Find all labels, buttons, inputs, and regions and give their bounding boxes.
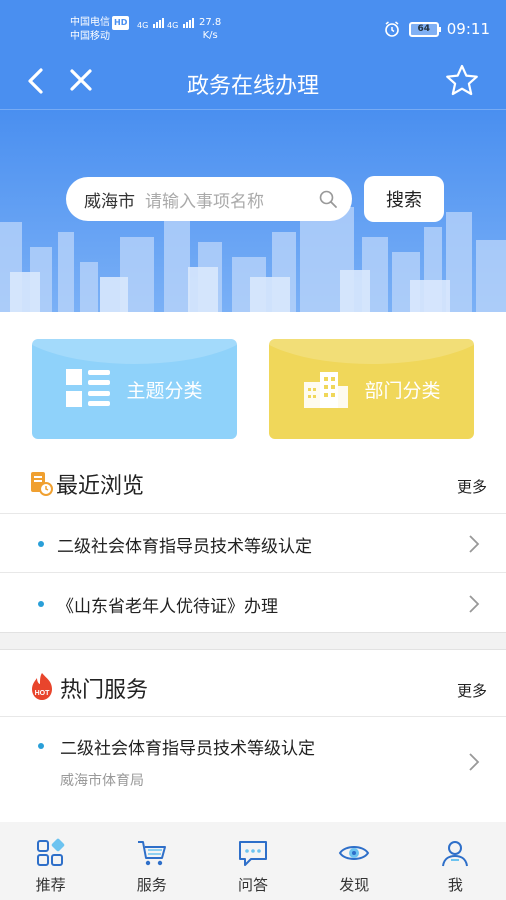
- city-selector[interactable]: 威海市: [84, 187, 135, 212]
- recommend-icon: [36, 838, 64, 866]
- bullet-dot: [38, 743, 44, 749]
- status-right: 64 09:11: [383, 20, 490, 38]
- tab-discover[interactable]: 发现: [304, 822, 405, 900]
- recent-item[interactable]: 《山东省老年人优待证》办理: [0, 572, 506, 632]
- hot-item-department: 威海市体育局: [60, 773, 144, 789]
- recent-title: 最近浏览: [56, 474, 145, 499]
- carrier-info: 中国电信 HD 中国移动: [70, 16, 130, 44]
- tab-me[interactable]: 我: [405, 822, 506, 900]
- chevron-right-icon: [469, 753, 480, 771]
- tab-service-label: 服务: [136, 876, 167, 894]
- search-icon: [319, 190, 337, 208]
- recent-icon: [31, 472, 53, 496]
- chat-icon: [239, 841, 267, 866]
- hot-more-link[interactable]: 更多: [457, 680, 487, 701]
- hot-item-text: 二级社会体育指导员技术等级认定: [60, 739, 315, 759]
- speed-value: 27.8: [199, 17, 222, 28]
- bullet-dot: [38, 601, 44, 607]
- tab-service[interactable]: 服务: [101, 822, 202, 900]
- category-dept-label: 部门分类: [364, 379, 441, 402]
- main-content: 主题分类 部门分类 最近浏览 更多 二级社会体育指导员技术等级认定 《山东省老年…: [0, 312, 506, 822]
- list-grid-icon: [66, 369, 111, 407]
- hot-fire-icon: HOT: [32, 673, 52, 700]
- star-icon[interactable]: [444, 63, 480, 99]
- battery-icon: 64: [408, 21, 441, 37]
- carrier-2: 中国移动: [70, 31, 110, 42]
- search-input[interactable]: 威海市 请输入事项名称: [66, 177, 352, 221]
- battery-level: 64: [417, 23, 431, 34]
- tab-recommend[interactable]: 推荐: [0, 822, 101, 900]
- section-divider: [0, 632, 506, 650]
- category-theme-label: 主题分类: [126, 379, 203, 402]
- search-button[interactable]: 搜索: [364, 176, 444, 222]
- hot-item[interactable]: 二级社会体育指导员技术等级认定 威海市体育局: [0, 716, 506, 808]
- recent-item-text: 《山东省老年人优待证》办理: [57, 597, 278, 617]
- search-placeholder: 请输入事项名称: [145, 191, 264, 212]
- tab-qa-label: 问答: [238, 876, 269, 894]
- category-theme-card[interactable]: 主题分类: [32, 339, 237, 439]
- hot-section-header: HOT 热门服务 更多: [0, 664, 506, 710]
- hd-badge: HD: [112, 16, 130, 30]
- net-speed: 27.8 K/s: [199, 16, 221, 42]
- page-title: 政务在线办理: [186, 74, 319, 99]
- tab-qa[interactable]: 问答: [202, 822, 303, 900]
- recent-more-link[interactable]: 更多: [457, 476, 487, 497]
- category-dept-card[interactable]: 部门分类: [269, 339, 474, 439]
- signal-1-icon: 4G: [137, 18, 164, 30]
- chevron-right-icon: [469, 595, 480, 613]
- user-icon: [442, 841, 469, 867]
- tab-me-label: 我: [447, 876, 463, 894]
- search-banner: 威海市 请输入事项名称 搜索: [0, 110, 506, 312]
- building-icon: [304, 372, 349, 408]
- recent-item[interactable]: 二级社会体育指导员技术等级认定: [0, 513, 506, 572]
- net-type-2: 4G: [167, 21, 179, 30]
- chevron-right-icon: [469, 535, 480, 553]
- carrier-1: 中国电信: [70, 17, 110, 28]
- hot-title: 热门服务: [60, 678, 149, 703]
- nav-bar: 政务在线办理: [0, 56, 506, 110]
- speed-unit: K/s: [202, 30, 218, 41]
- status-bar: 中国电信 HD 中国移动 4G 4G 27.8 K/s 64 09:11: [0, 0, 506, 56]
- signal-2-icon: 4G: [167, 18, 194, 30]
- recent-section-header: 最近浏览 更多: [0, 460, 506, 506]
- eye-icon: [339, 846, 370, 860]
- cart-icon: [137, 841, 166, 866]
- hot-badge-text: HOT: [35, 690, 51, 697]
- recent-item-text: 二级社会体育指导员技术等级认定: [57, 537, 312, 557]
- tab-recommend-label: 推荐: [35, 876, 66, 894]
- tab-discover-label: 发现: [339, 876, 370, 894]
- bottom-tab-bar: 推荐 服务 问答 发现 我: [0, 822, 506, 900]
- alarm-icon: [384, 21, 399, 37]
- bullet-dot: [38, 541, 44, 547]
- clock: 09:11: [446, 20, 490, 38]
- net-type-1: 4G: [137, 21, 149, 30]
